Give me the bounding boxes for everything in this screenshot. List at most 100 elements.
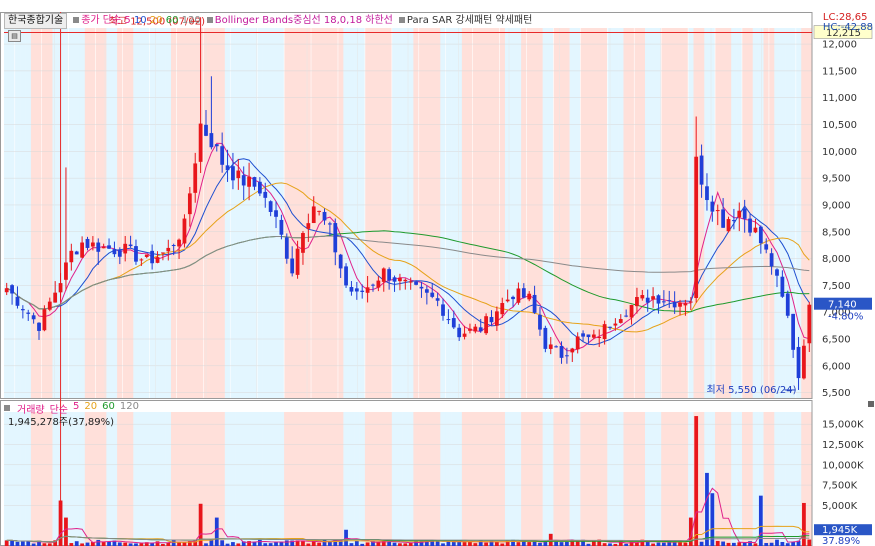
price-band [456,28,463,398]
volume-band [144,412,150,546]
candle-body [548,344,553,349]
candle-body [317,210,322,212]
candle-body [139,259,144,261]
price-band [504,28,511,398]
candle-body [500,303,505,315]
stock-chart[interactable]: 5,5006,0006,5007,0007,5008,0008,5009,000… [0,0,875,546]
volume-bar [554,541,559,546]
volume-band [354,412,360,546]
volume-band [311,412,317,546]
volume-band [591,412,597,546]
price-tick-label: 6,500 [822,335,851,346]
price-band [472,28,479,398]
volume-band [440,412,447,546]
volume-band [154,412,161,546]
volume-bar [694,416,699,546]
candle-body [559,345,564,358]
candle-body [672,302,677,308]
price-band [408,28,414,398]
volume-band [655,412,662,546]
candle-body [90,242,95,247]
candle-body [468,328,472,331]
candle-body [732,220,736,222]
candle-body [268,201,273,212]
volume-band [187,412,193,546]
volume-band [251,412,258,546]
volume-band [343,412,350,546]
volume-band [747,412,754,546]
volume-band [74,412,80,546]
candle-body [597,336,602,338]
volume-band [456,412,463,546]
volume-band [359,412,366,546]
candle-body [430,292,435,297]
candle-body [252,177,257,187]
volume-bar [656,542,661,546]
volume-info: 1,945,278주(37,89%) [8,417,115,428]
volume-bar [715,540,720,546]
volume-band [515,412,522,546]
price-band [149,28,156,398]
price-band [144,28,150,398]
price-band [9,28,16,398]
candle-body [478,327,483,332]
volume-bar [284,540,289,546]
price-band [343,28,350,398]
candle-body [694,156,699,299]
volume-band [294,412,301,546]
ticker-label[interactable]: 한국종합기술 [4,13,68,29]
volume-band [106,412,113,546]
price-band [257,28,263,398]
price-band [364,28,371,398]
price-band [623,28,630,398]
volume-bar [231,542,235,546]
volume-band [68,412,75,546]
volume-band [548,412,554,546]
volume-band [111,412,118,546]
candle-body [516,288,521,303]
price-band [176,28,183,398]
price-tick-label: 9,000 [822,200,851,211]
price-band [332,28,339,398]
panel-toggle-button[interactable]: ▤ [8,30,21,42]
volume-bar [699,541,704,546]
candle-body [527,293,532,300]
volume-band [461,412,468,546]
bollinger-lower-label: 하한선 [365,15,393,26]
candle-body [484,316,488,334]
price-band [90,28,96,398]
candle-body [457,327,462,338]
volume-bar [107,541,111,546]
candle-body [640,295,645,299]
volume-band [257,412,263,546]
volume-band [397,412,403,546]
volume-band [127,412,134,546]
candle-body [328,223,332,225]
candle-body [575,336,580,350]
volume-bar [279,542,284,546]
candle-body [204,124,208,136]
volume-band [650,412,657,546]
volume-band [553,412,560,546]
volume-band [235,412,242,546]
volume-bar [543,541,548,546]
price-band [397,28,403,398]
volume-band [208,412,215,546]
volume-bar [807,539,812,546]
candle-body [247,176,251,187]
candle-body [705,186,709,201]
price-band [418,28,425,398]
price-band [639,28,646,398]
volume-band [219,412,226,546]
candle-body [144,254,149,257]
candle-body [166,247,171,252]
price-band [569,28,576,398]
volume-band [230,412,236,546]
price-band [381,28,387,398]
volume-tick-label: 5,000K [822,501,858,512]
price-band [20,28,26,398]
price-band [294,28,301,398]
volume-band [483,412,490,546]
volume-bar [155,541,160,546]
volume-bar [392,542,397,546]
